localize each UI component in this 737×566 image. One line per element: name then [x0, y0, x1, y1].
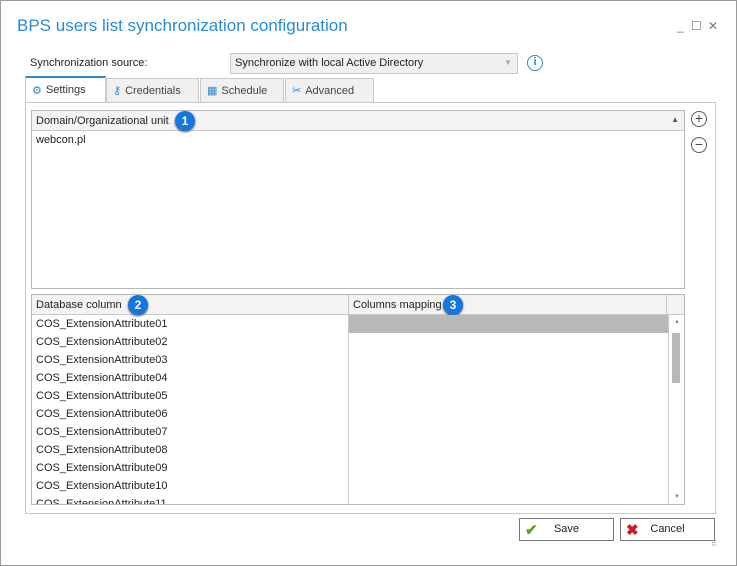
resize-grip-icon[interactable]: ⠿ [711, 539, 717, 548]
domain-grid: Domain/Organizational unit 1 ▲ webcon.pl [31, 110, 685, 289]
domain-grid-header[interactable]: Domain/Organizational unit 1 ▲ [32, 111, 684, 131]
sync-source-label: Synchronization source: [30, 57, 148, 69]
minimize-button[interactable]: _ [677, 19, 684, 33]
column-header: Domain/Organizational unit [36, 115, 169, 127]
table-row[interactable]: COS_ExtensionAttribute09 [32, 459, 348, 477]
dialog-title: BPS users list synchronization configura… [17, 16, 348, 35]
info-icon[interactable]: i [527, 55, 543, 71]
tab-label: Schedule [221, 84, 268, 97]
tab-advanced[interactable]: ✂ Advanced [285, 78, 374, 103]
maximize-button[interactable]: ☐ [691, 19, 702, 33]
vertical-scrollbar[interactable]: ▲ ▼ [668, 315, 684, 504]
table-row[interactable]: COS_ExtensionAttribute01 [32, 315, 348, 333]
callout-badge: 1 [175, 111, 195, 131]
settings-icon: ⚙ [32, 84, 42, 97]
column-header-mapping[interactable]: Columns mapping 3 [349, 295, 667, 315]
table-row[interactable]: COS_ExtensionAttribute08 [32, 441, 348, 459]
key-icon: ⚷ [113, 85, 122, 97]
mapping-row-selected[interactable] [349, 315, 668, 333]
cancel-button[interactable]: ✖ Cancel [620, 518, 715, 541]
database-column-list: COS_ExtensionAttribute01 COS_ExtensionAtt… [32, 315, 349, 504]
checkmark-icon: ✔ [525, 522, 538, 539]
table-row[interactable]: COS_ExtensionAttribute11 [32, 495, 348, 504]
mapping-grid: Database column 2 Columns mapping 3 COS_Ex… [31, 294, 685, 505]
close-button[interactable]: ✕ [708, 19, 718, 33]
tab-credentials[interactable]: ⚷ Credentials [106, 78, 199, 103]
table-row[interactable]: COS_ExtensionAttribute03 [32, 351, 348, 369]
calendar-icon: ▦ [207, 85, 218, 97]
table-row[interactable]: COS_ExtensionAttribute02 [32, 333, 348, 351]
add-icon[interactable]: + [691, 111, 707, 127]
callout-badge: 2 [128, 295, 148, 315]
tab-label: Credentials [125, 84, 181, 97]
sync-source-value: Synchronize with local Active Directory [235, 57, 424, 69]
scroll-down-icon[interactable]: ▼ [669, 494, 684, 500]
tab-settings[interactable]: ⚙ Settings [25, 76, 106, 103]
tab-schedule[interactable]: ▦ Schedule [200, 78, 284, 103]
tab-label: Settings [45, 84, 86, 96]
cross-icon: ✖ [626, 522, 639, 539]
column-header-label: Columns mapping [353, 299, 442, 311]
table-row[interactable]: COS_ExtensionAttribute07 [32, 423, 348, 441]
table-row[interactable]: COS_ExtensionAttribute04 [32, 369, 348, 387]
save-button[interactable]: ✔ Save [519, 518, 614, 541]
callout-badge: 3 [443, 295, 463, 315]
list-item[interactable]: webcon.pl [32, 131, 684, 149]
cancel-label: Cancel [650, 523, 685, 535]
column-header-database[interactable]: Database column 2 [32, 295, 349, 315]
column-header-label: Database column [36, 299, 122, 311]
scrollbar-thumb[interactable] [672, 333, 680, 383]
scroll-up-icon[interactable]: ▲ [669, 319, 684, 325]
table-row[interactable]: COS_ExtensionAttribute10 [32, 477, 348, 495]
sort-asc-icon: ▲ [671, 115, 679, 124]
remove-icon[interactable]: − [691, 137, 707, 153]
tools-icon: ✂ [292, 85, 302, 97]
chevron-down-icon: ▼ [504, 58, 512, 67]
table-row[interactable]: COS_ExtensionAttribute05 [32, 387, 348, 405]
mapping-grid-header: Database column 2 Columns mapping 3 [32, 295, 684, 315]
tab-label: Advanced [305, 84, 355, 97]
sync-source-select[interactable]: Synchronize with local Active Directory ▼ [230, 53, 518, 74]
table-row[interactable]: COS_ExtensionAttribute06 [32, 405, 348, 423]
save-label: Save [553, 523, 580, 535]
dialog-window: BPS users list synchronization configura… [0, 0, 737, 566]
